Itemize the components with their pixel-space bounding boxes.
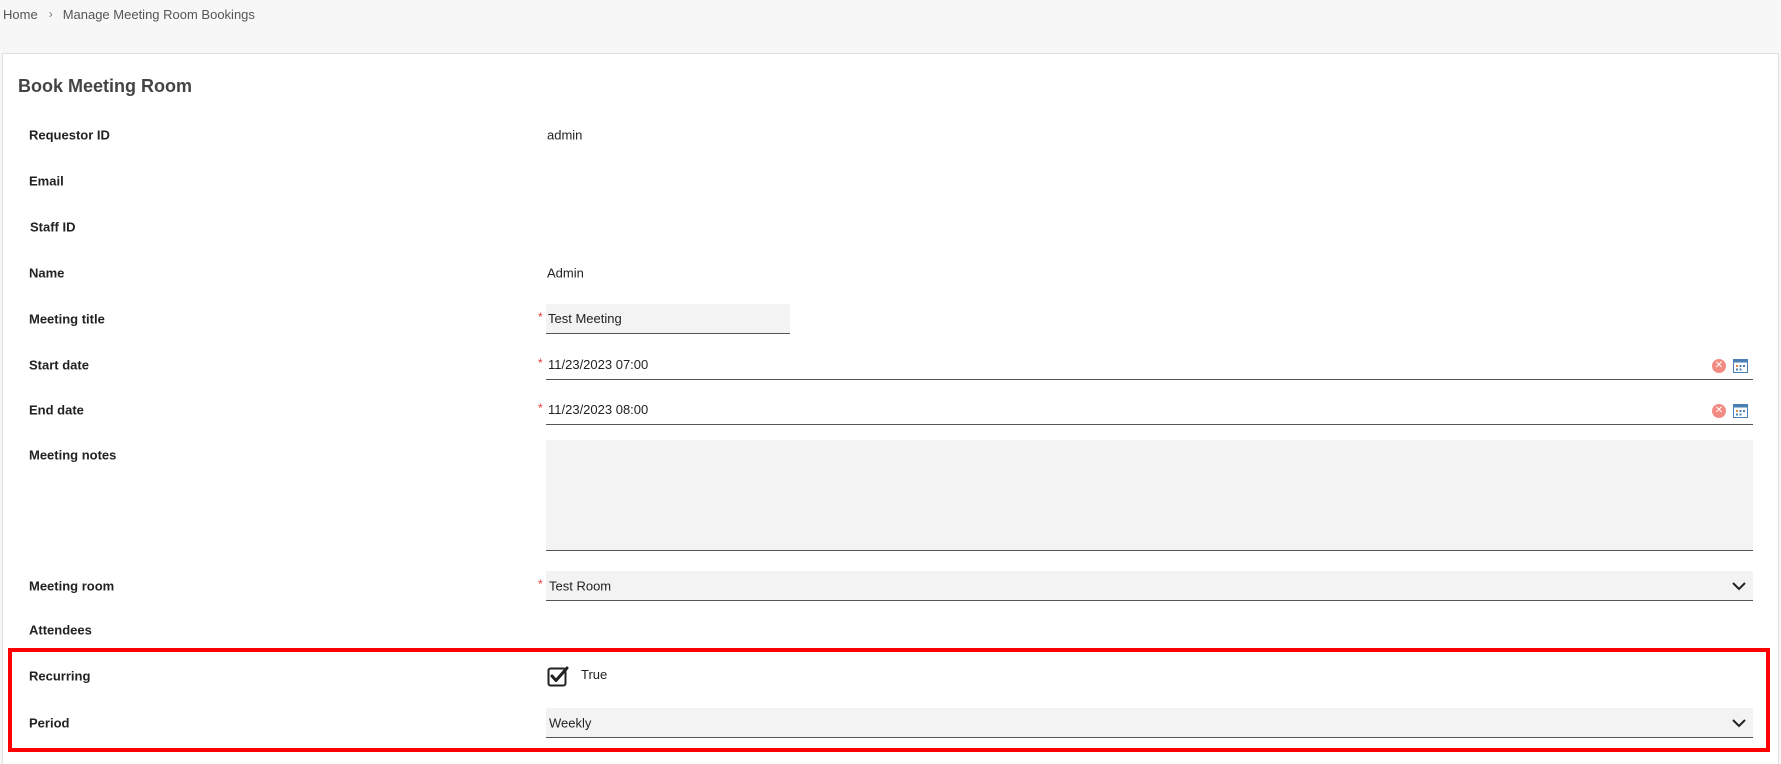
calendar-icon[interactable]	[1733, 358, 1748, 373]
meeting-notes-label: Meeting notes	[29, 447, 117, 463]
calendar-icon[interactable]	[1733, 403, 1748, 418]
booking-form-panel: Book Meeting Room Requestor ID admin Ema…	[2, 53, 1779, 764]
row-requestor-id: Requestor ID admin	[3, 120, 1778, 150]
chevron-down-icon	[1732, 582, 1746, 591]
row-meeting-room: Meeting room * Test Room	[3, 571, 1778, 601]
breadcrumb: Home › Manage Meeting Room Bookings	[3, 5, 255, 23]
row-end-date: End date * ✕	[3, 395, 1778, 425]
required-marker: *	[538, 576, 543, 591]
row-attendees: Attendees	[3, 615, 1778, 645]
row-staff-id: Staff ID	[3, 212, 1778, 242]
meeting-room-selected-value: Test Room	[549, 578, 612, 593]
breadcrumb-separator-icon: ›	[48, 7, 53, 21]
requestor-id-value: admin	[547, 127, 583, 143]
row-recurring: Recurring True	[3, 661, 1778, 691]
required-marker: *	[538, 355, 543, 370]
checkbox-checked-icon[interactable]	[547, 665, 569, 687]
email-label: Email	[29, 173, 64, 189]
clear-icon[interactable]: ✕	[1712, 359, 1726, 373]
chevron-down-icon	[1732, 719, 1746, 728]
clear-icon[interactable]: ✕	[1712, 404, 1726, 418]
staff-id-label: Staff ID	[30, 219, 76, 235]
required-marker: *	[538, 309, 543, 324]
row-meeting-title: Meeting title *	[3, 304, 1778, 334]
period-label: Period	[29, 715, 70, 731]
meeting-notes-textarea[interactable]	[546, 440, 1753, 551]
meeting-title-input[interactable]	[546, 304, 790, 334]
meeting-room-label: Meeting room	[29, 578, 115, 594]
row-email: Email	[3, 166, 1778, 196]
row-meeting-notes: Meeting notes	[3, 440, 1778, 551]
breadcrumb-current: Manage Meeting Room Bookings	[62, 6, 255, 22]
row-period: Period Weekly	[3, 708, 1778, 738]
start-date-label: Start date	[29, 357, 89, 373]
name-label: Name	[29, 265, 65, 281]
name-value: Admin	[547, 265, 584, 281]
period-select[interactable]: Weekly	[546, 708, 1753, 738]
meeting-title-label: Meeting title	[29, 311, 105, 327]
row-start-date: Start date * ✕	[3, 350, 1778, 380]
end-date-input[interactable]	[546, 395, 1753, 425]
row-name: Name Admin	[3, 258, 1778, 288]
recurring-label: Recurring	[29, 668, 91, 684]
attendees-label: Attendees	[29, 622, 92, 638]
form-title: Book Meeting Room	[18, 76, 192, 96]
recurring-value-label: True	[581, 667, 608, 682]
start-date-input[interactable]	[546, 350, 1753, 380]
period-selected-value: Weekly	[549, 715, 592, 730]
meeting-room-select[interactable]: Test Room	[546, 571, 1753, 601]
requestor-id-label: Requestor ID	[29, 127, 110, 143]
end-date-label: End date	[29, 402, 84, 418]
required-marker: *	[538, 400, 543, 415]
breadcrumb-home-link[interactable]: Home	[3, 7, 38, 22]
